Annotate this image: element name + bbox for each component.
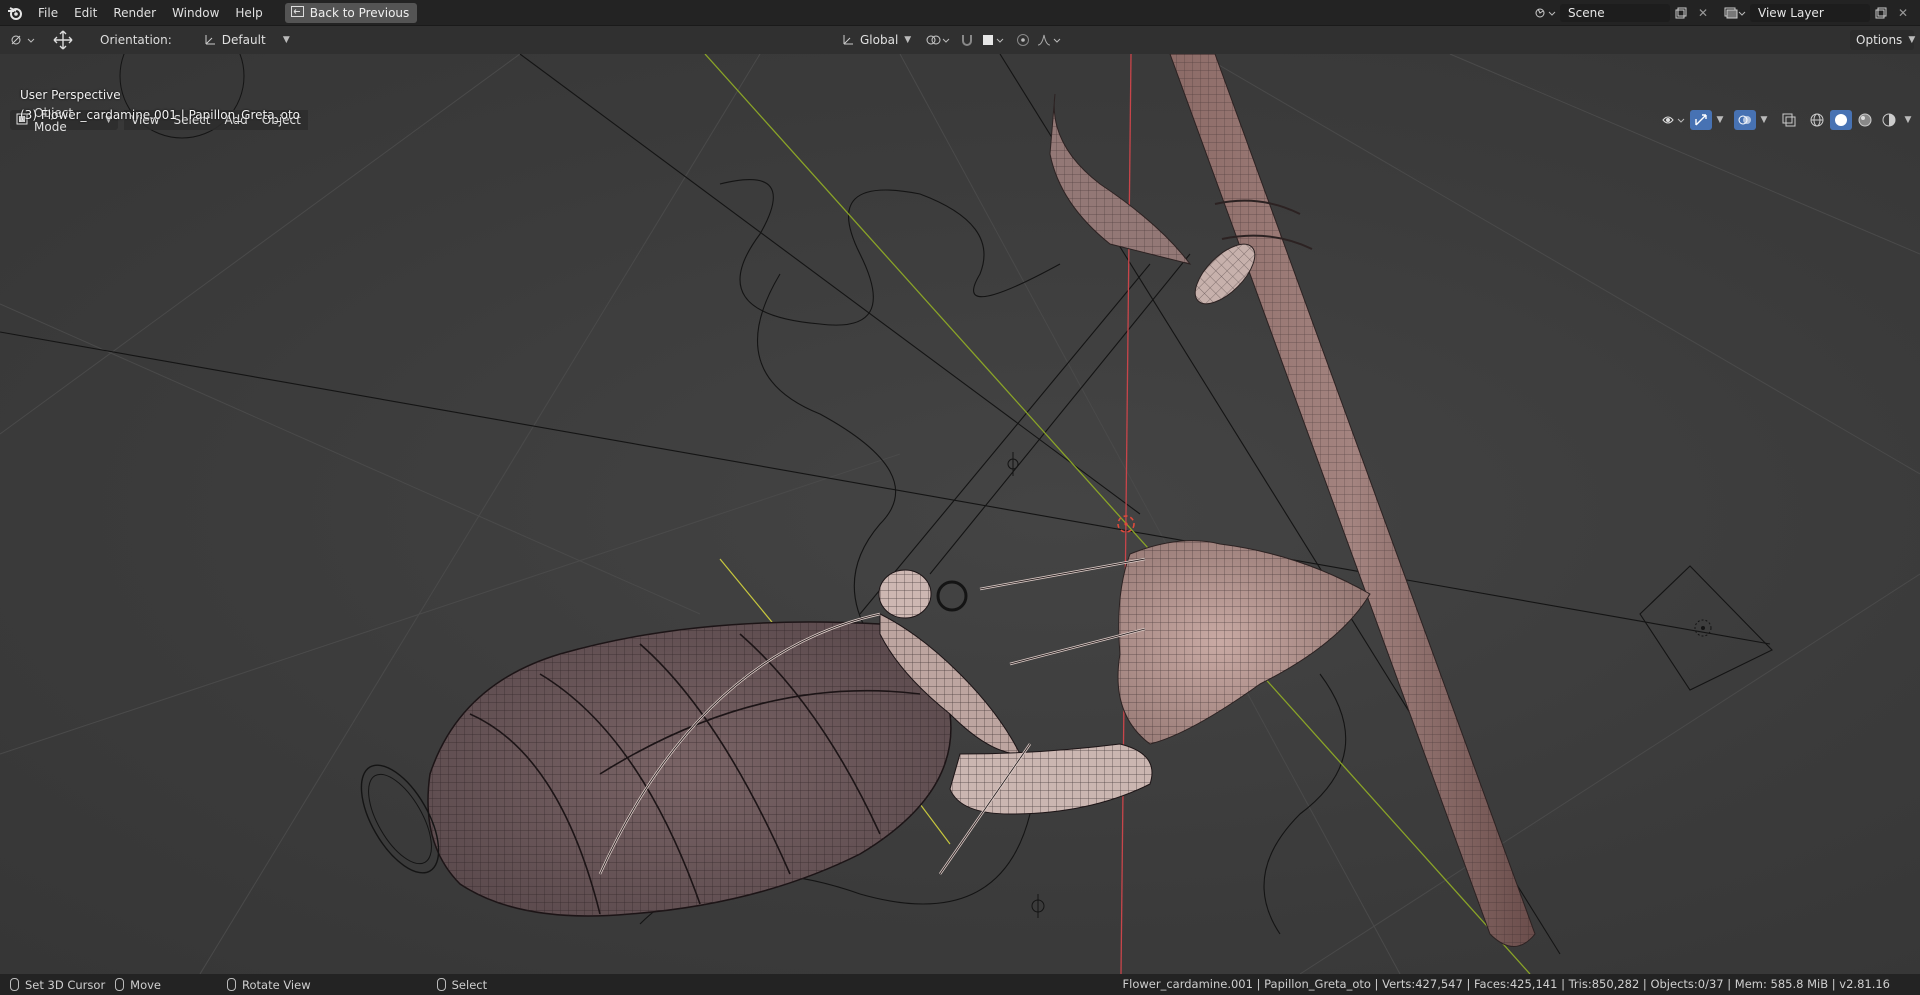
transform-orientation-value: Global bbox=[860, 33, 899, 47]
orientation-label: Orientation: bbox=[100, 33, 172, 47]
orientation-axes-icon bbox=[204, 33, 216, 48]
shading-solid-icon[interactable] bbox=[1830, 110, 1852, 130]
shading-options-chevron-icon[interactable]: ▼ bbox=[1902, 110, 1914, 130]
status-rotate: Rotate View bbox=[227, 978, 311, 992]
chevron-down-icon: ▼ bbox=[904, 35, 912, 45]
gizmo-options-chevron-icon[interactable]: ▼ bbox=[1714, 110, 1726, 130]
top-bar: File Edit Render Window Help Back to Pre… bbox=[0, 0, 1920, 26]
xray-toggle-icon[interactable] bbox=[1778, 110, 1800, 130]
scene-name-field[interactable]: Scene bbox=[1560, 4, 1670, 22]
new-view-layer-icon[interactable] bbox=[1870, 3, 1892, 23]
new-scene-icon[interactable] bbox=[1670, 3, 1692, 23]
shading-rendered-icon[interactable] bbox=[1878, 110, 1900, 130]
status-bar: Set 3D Cursor Move Rotate View Select Fl… bbox=[0, 974, 1920, 995]
pivot-point-icon[interactable] bbox=[922, 30, 954, 50]
chevron-down-icon: ▼ bbox=[1908, 35, 1916, 45]
menu-file[interactable]: File bbox=[30, 2, 66, 24]
viewport-perspective-label: User Perspective bbox=[20, 88, 121, 102]
3d-viewport[interactable]: Object Mode ▼ View Select Add Object ▼ ▼ bbox=[0, 54, 1920, 974]
back-to-previous-button[interactable]: Back to Previous bbox=[284, 2, 418, 23]
viewport-scene bbox=[0, 54, 1920, 974]
orientation-value: Default bbox=[221, 33, 266, 47]
screen-back-icon bbox=[290, 5, 304, 20]
options-dropdown[interactable]: Options ▼ bbox=[1850, 30, 1916, 50]
scene-statistics: Flower_cardamine.001 | Papillon_Greta_ot… bbox=[1122, 977, 1890, 991]
menu-edit[interactable]: Edit bbox=[66, 2, 105, 24]
mouse-left-icon bbox=[10, 978, 19, 991]
menu-window[interactable]: Window bbox=[164, 2, 227, 24]
options-label: Options bbox=[1856, 33, 1903, 47]
chevron-down-icon: ▼ bbox=[282, 35, 290, 45]
status-rotate-label: Rotate View bbox=[242, 977, 311, 992]
orientation-dropdown[interactable]: Default ▼ bbox=[198, 30, 296, 50]
mouse-middle-icon bbox=[115, 978, 125, 991]
shading-material-icon[interactable] bbox=[1854, 110, 1876, 130]
status-move: Move bbox=[115, 978, 161, 992]
viewport-active-object-label: (3) Flower_cardamine.001 | Papillon_Gret… bbox=[20, 108, 300, 122]
view-layer-selector-icon[interactable] bbox=[1720, 3, 1750, 23]
menu-render[interactable]: Render bbox=[105, 2, 164, 24]
delete-scene-icon[interactable]: ✕ bbox=[1692, 3, 1714, 23]
global-axes-icon bbox=[842, 33, 854, 48]
proportional-falloff-icon[interactable] bbox=[1034, 30, 1066, 50]
editor-type-icon[interactable] bbox=[6, 30, 40, 50]
menu-help[interactable]: Help bbox=[227, 2, 270, 24]
view-layer-name-field[interactable]: View Layer bbox=[1750, 4, 1870, 22]
snap-element-icon[interactable] bbox=[978, 30, 1008, 50]
overlays-toggle-icon[interactable] bbox=[1734, 110, 1756, 130]
mouse-middle-drag-icon bbox=[227, 978, 237, 991]
overlays-options-chevron-icon[interactable]: ▼ bbox=[1758, 110, 1770, 130]
status-set-cursor-label: Set 3D Cursor bbox=[25, 977, 106, 992]
transform-orientation-dropdown[interactable]: Global ▼ bbox=[836, 30, 916, 50]
visibility-selectable-icon[interactable] bbox=[1660, 110, 1688, 130]
back-to-previous-label: Back to Previous bbox=[309, 5, 410, 20]
status-move-label: Move bbox=[130, 977, 162, 992]
mouse-right-icon bbox=[436, 978, 446, 991]
gizmo-toggle-icon[interactable] bbox=[1690, 110, 1712, 130]
status-select-label: Select bbox=[451, 977, 488, 992]
snap-toggle-icon[interactable] bbox=[956, 30, 978, 50]
tool-header: Orientation: Default ▼ Global ▼ Options … bbox=[0, 26, 1920, 54]
proportional-editing-icon[interactable] bbox=[1012, 30, 1034, 50]
status-select: Select bbox=[436, 977, 488, 992]
move-tool-icon[interactable] bbox=[48, 30, 78, 50]
shading-wireframe-icon[interactable] bbox=[1806, 110, 1828, 130]
blender-logo-icon[interactable] bbox=[0, 0, 30, 26]
scene-selector-icon[interactable] bbox=[1530, 3, 1560, 23]
status-set-cursor: Set 3D Cursor bbox=[10, 978, 105, 992]
delete-view-layer-icon[interactable]: ✕ bbox=[1892, 3, 1914, 23]
